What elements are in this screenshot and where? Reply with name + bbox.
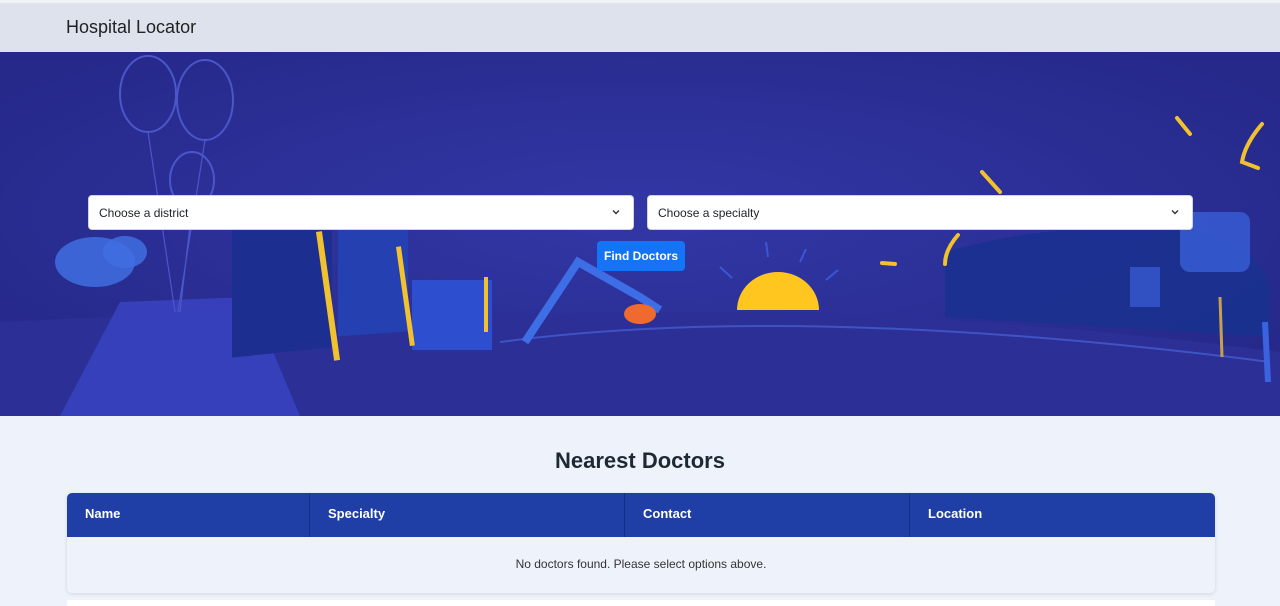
column-header-name: Name [67,493,310,537]
specialty-select-value: Choose a specialty [658,205,760,220]
navbar: Hospital Locator [0,0,1280,52]
column-header-location: Location [928,506,983,521]
column-header-specialty: Specialty [310,493,625,537]
app-brand[interactable]: Hospital Locator [66,17,196,38]
column-header-contact: Contact [625,493,910,537]
table-header-row: Name Specialty Contact Location [67,493,1215,537]
find-doctors-button[interactable]: Find Doctors [597,241,685,271]
chevron-down-icon [612,210,620,215]
empty-state-message: No doctors found. Please select options … [515,557,767,571]
results-title: Nearest Doctors [555,448,725,473]
doctors-table: Name Specialty Contact Location No docto… [67,493,1215,593]
district-select-value: Choose a district [99,205,189,220]
district-select[interactable]: Choose a district [88,195,634,230]
hero-illustration [0,52,1280,416]
hero-banner: Choose a district Choose a specialty Fin… [0,52,1280,416]
page-footer-edge [67,600,1215,606]
specialty-select[interactable]: Choose a specialty [647,195,1193,230]
chevron-down-icon [1171,210,1179,215]
